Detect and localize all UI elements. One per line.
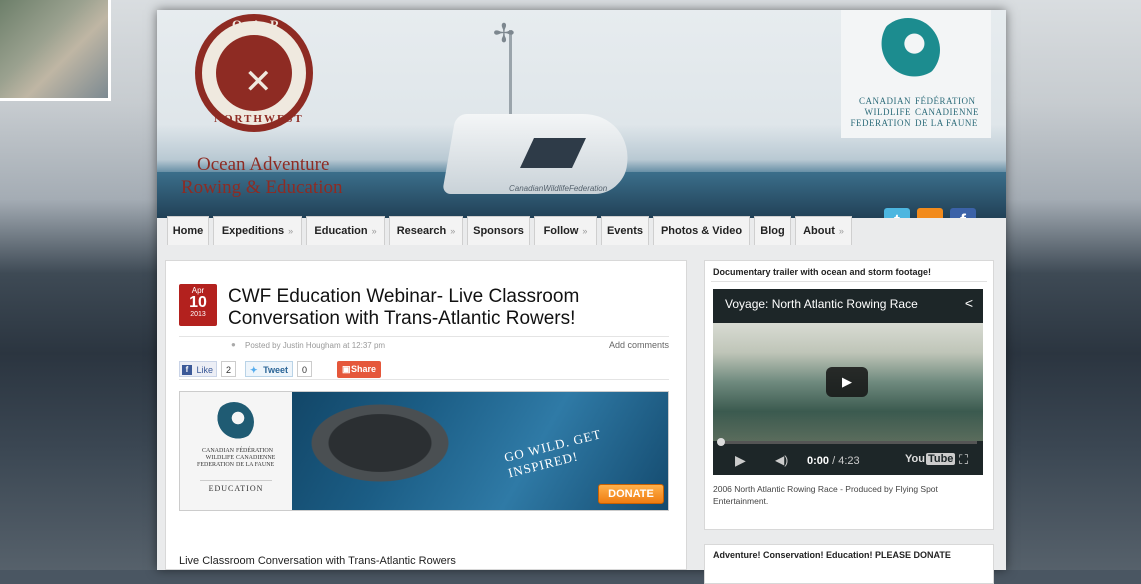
- tweet-count: 0: [297, 361, 313, 377]
- share-plus-icon: ▣: [342, 364, 351, 374]
- nav-item-research[interactable]: Research»: [389, 216, 463, 245]
- video-scrubber-handle[interactable]: [717, 438, 725, 446]
- chevron-down-icon: »: [838, 226, 844, 236]
- cwf-fr-line1: FÉDÉRATION: [915, 96, 976, 106]
- widget-heading: Adventure! Conservation! Education! PLEA…: [713, 550, 951, 560]
- background-photo-thumbnail: [0, 0, 111, 101]
- cwf-en-line3: FEDERATION: [850, 118, 911, 128]
- nav-item-sponsors[interactable]: Sponsors: [467, 216, 530, 245]
- cwf-fr-line3: DE LA FAUNE: [915, 118, 978, 128]
- wind-turbine-icon: ✢: [493, 18, 515, 48]
- post-author-line: Posted by Justin Hougham at 12:37 pm: [245, 341, 386, 350]
- chevron-down-icon: »: [288, 226, 294, 236]
- post-body-text: Live Classroom Conversation with Trans-A…: [179, 555, 456, 567]
- share-button[interactable]: ▣ Share: [337, 361, 381, 378]
- logo-inner-circle: ✕: [216, 35, 292, 111]
- nav-item-photos-video[interactable]: Photos & Video: [653, 216, 750, 245]
- boat-hull-name: CanadianWildlifeFederation: [509, 184, 608, 193]
- author-icon: ●: [231, 340, 236, 349]
- video-progress-bar[interactable]: [719, 441, 977, 444]
- banner-logo-panel: CANADIAN WILDLIFE FEDERATION FÉDÉRATION …: [180, 392, 292, 510]
- volume-icon[interactable]: ◀): [775, 453, 788, 467]
- cwf-partner-logo[interactable]: CANADIAN WILDLIFE FEDERATION FÉDÉRATION …: [841, 10, 991, 138]
- facebook-icon[interactable]: f: [950, 208, 976, 218]
- rss-icon[interactable]: ◔: [917, 208, 943, 218]
- twitter-icon[interactable]: t: [884, 208, 910, 218]
- sea-turtle-image: [300, 398, 460, 488]
- widget-heading: Documentary trailer with ocean and storm…: [713, 267, 932, 277]
- chevron-down-icon: »: [582, 226, 588, 236]
- divider: [711, 281, 987, 282]
- nav-item-follow[interactable]: Follow»: [534, 216, 597, 245]
- nav-item-blog[interactable]: Blog: [754, 216, 791, 245]
- logo-tagline-line2: Rowing & Education: [181, 177, 343, 198]
- logo-ring-bottom: NORTHWEST: [214, 113, 304, 125]
- play-icon[interactable]: ▶: [735, 452, 746, 469]
- post-date-badge: Apr 10 2013: [179, 284, 217, 326]
- banner-cwf-text: CANADIAN WILDLIFE FEDERATION FÉDÉRATION …: [197, 448, 276, 468]
- cwf-education-banner[interactable]: CANADIAN WILDLIFE FEDERATION FÉDÉRATION …: [179, 391, 669, 511]
- logo-tagline-line1: Ocean Adventure: [197, 154, 330, 175]
- site-header: O.A.R ✕ NORTHWEST Ocean Adventure Rowing…: [157, 10, 1006, 218]
- nav-item-events[interactable]: Events: [601, 216, 649, 245]
- cwf-loon-icon: [214, 402, 254, 442]
- donate-button[interactable]: DONATE: [598, 484, 664, 504]
- post-title[interactable]: CWF Education Webinar- Live Classroom Co…: [228, 286, 668, 330]
- cwf-en-line1: CANADIAN: [859, 96, 911, 106]
- play-button[interactable]: ▶: [826, 367, 868, 397]
- banner-slogan: GO WILD. GET INSPIRED!: [502, 426, 603, 481]
- video-caption: 2006 North Atlantic Rowing Race - Produc…: [713, 484, 938, 506]
- fullscreen-icon[interactable]: ⛶: [959, 452, 968, 468]
- post-date-year: 2013: [190, 311, 206, 318]
- tweet-button[interactable]: ✦ Tweet: [245, 361, 293, 377]
- sidebar-donate-widget: Adventure! Conservation! Education! PLEA…: [704, 544, 994, 584]
- logo-emblem: O.A.R ✕ NORTHWEST: [195, 14, 313, 132]
- video-time: 0:00 / 4:23: [807, 455, 860, 467]
- cwf-loon-icon: [876, 18, 940, 82]
- video-title[interactable]: Voyage: North Atlantic Rowing Race: [725, 297, 918, 311]
- banner-education-label: EDUCATION: [200, 480, 272, 493]
- youtube-video-player[interactable]: Voyage: North Atlantic Rowing Race < ▶ ▶…: [713, 289, 983, 475]
- crossed-oars-icon: ✕: [244, 63, 273, 101]
- share-bar: f Like 2 ✦ Tweet 0 ▣ Share: [179, 361, 669, 380]
- logo-ring-top: O.A.R: [232, 17, 283, 32]
- facebook-like-count: 2: [221, 361, 237, 377]
- twitter-bird-icon: ✦: [250, 365, 258, 375]
- blog-post: Apr 10 2013 CWF Education Webinar- Live …: [165, 260, 687, 570]
- share-icon[interactable]: <: [965, 295, 973, 311]
- cwf-en-line2: WILDLIFE: [864, 107, 911, 117]
- oar-northwest-logo[interactable]: O.A.R ✕ NORTHWEST Ocean Adventure Rowing…: [181, 14, 342, 204]
- nav-item-expeditions[interactable]: Expeditions»: [213, 216, 302, 245]
- nav-item-home[interactable]: Home: [167, 216, 209, 245]
- cwf-fr-line2: CANADIENNE: [915, 107, 979, 117]
- chevron-down-icon: »: [450, 226, 456, 236]
- sidebar-video-widget: Documentary trailer with ocean and storm…: [704, 260, 994, 530]
- add-comments-link[interactable]: Add comments: [609, 340, 669, 350]
- site-frame: O.A.R ✕ NORTHWEST Ocean Adventure Rowing…: [157, 10, 1006, 584]
- chevron-down-icon: »: [371, 226, 377, 236]
- facebook-icon: f: [182, 365, 192, 375]
- post-date-day: 10: [189, 294, 207, 311]
- youtube-logo[interactable]: You Tube: [905, 453, 956, 465]
- facebook-like-button[interactable]: f Like: [179, 361, 217, 377]
- post-meta: ● Posted by Justin Hougham at 12:37 pm A…: [179, 336, 669, 350]
- nav-item-about[interactable]: About»: [795, 216, 852, 245]
- nav-item-education[interactable]: Education»: [306, 216, 385, 245]
- cwf-logo-text: CANADIAN WILDLIFE FEDERATION FÉDÉRATION …: [849, 96, 989, 129]
